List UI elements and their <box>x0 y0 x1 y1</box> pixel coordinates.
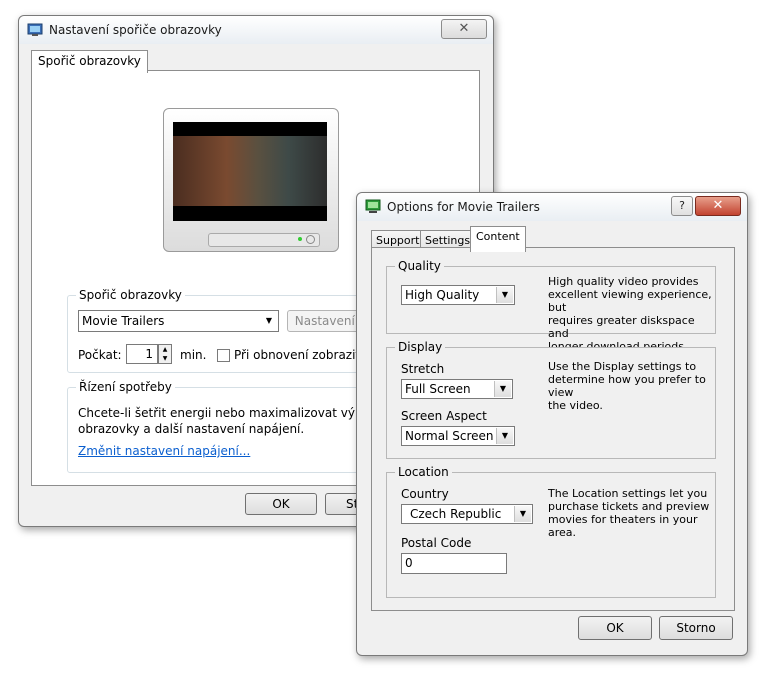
content-tab-panel: Quality High Quality ▼ High quality vide… <box>371 247 735 611</box>
stretch-label: Stretch <box>401 362 445 376</box>
close-icon: ✕ <box>458 21 470 36</box>
location-desc-line: movies for theaters in your area. <box>548 513 698 539</box>
display-group-label: Display <box>395 340 446 354</box>
stretch-select[interactable]: Full Screen ▼ <box>401 379 513 399</box>
power-led-icon <box>298 237 302 241</box>
display-settings-icon <box>27 23 43 36</box>
quality-select[interactable]: High Quality ▼ <box>401 285 515 305</box>
postal-code-label: Postal Code <box>401 536 472 550</box>
location-group: Location Country Czech Republic ▼ Postal… <box>386 465 716 598</box>
quality-group: Quality High Quality ▼ High quality vide… <box>386 259 716 353</box>
movie-preview-image <box>173 136 327 206</box>
spin-up-icon[interactable]: ▲ <box>159 345 171 354</box>
options-title-bar[interactable]: Options for Movie Trailers ? ✕ <box>357 193 747 221</box>
chevron-down-icon: ▼ <box>496 428 513 444</box>
display-description: Use the Display settings to determine ho… <box>548 360 715 412</box>
screensaver-group-label: Spořič obrazovky <box>76 288 185 302</box>
country-label: Country <box>401 487 449 501</box>
quality-description: High quality video provides excellent vi… <box>548 275 715 353</box>
close-icon: ✕ <box>712 198 724 213</box>
stretch-select-value: Full Screen <box>405 382 471 396</box>
screensaver-select[interactable]: Movie Trailers ▼ <box>78 310 279 332</box>
chevron-down-icon: ▼ <box>496 287 513 303</box>
wait-label: Počkat: <box>78 348 122 362</box>
help-button[interactable]: ? <box>671 196 693 216</box>
title-bar[interactable]: Nastavení spořiče obrazovky ✕ <box>19 16 493 44</box>
quality-desc-line: High quality video provides <box>548 275 699 288</box>
change-power-settings-link[interactable]: Změnit nastavení napájení... <box>78 444 250 458</box>
postal-code-value: 0 <box>405 556 413 570</box>
ok-button[interactable]: OK <box>245 493 317 515</box>
resume-checkbox[interactable] <box>217 349 230 362</box>
power-button-icon <box>306 235 315 244</box>
options-close-button[interactable]: ✕ <box>695 196 741 216</box>
chevron-down-icon: ▼ <box>514 506 531 522</box>
power-description-line2: obrazovky a další nastavení napájení. <box>78 422 305 436</box>
options-cancel-button[interactable]: Storno <box>659 616 733 640</box>
wait-unit-label: min. <box>180 348 207 362</box>
display-group: Display Stretch Full Screen ▼ Screen Asp… <box>386 340 716 459</box>
tab-screensaver[interactable]: Spořič obrazovky <box>31 50 148 73</box>
chevron-down-icon: ▼ <box>265 316 273 325</box>
quality-group-label: Quality <box>395 259 444 273</box>
chevron-down-icon: ▼ <box>494 381 511 397</box>
preview-screen <box>173 122 327 221</box>
screen-aspect-label: Screen Aspect <box>401 409 487 423</box>
quality-select-value: High Quality <box>405 288 480 302</box>
power-group-label: Řízení spotřeby <box>76 380 175 394</box>
tab-content[interactable]: Content <box>470 226 526 252</box>
screensaver-select-value: Movie Trailers <box>82 314 165 328</box>
postal-code-input[interactable]: 0 <box>401 553 507 574</box>
movie-trailers-options-window: Options for Movie Trailers ? ✕ Support S… <box>356 192 748 656</box>
quality-desc-line: excellent viewing experience, but <box>548 288 712 314</box>
window-title: Nastavení spořiče obrazovky <box>49 23 222 37</box>
help-icon: ? <box>679 199 685 212</box>
quality-desc-line: requires greater diskspace and <box>548 314 695 340</box>
wait-spinner[interactable]: ▲ ▼ <box>158 344 172 364</box>
display-desc-line: Use the Display settings to <box>548 360 697 373</box>
country-select[interactable]: Czech Republic ▼ <box>401 504 533 524</box>
location-desc-line: The Location settings let you <box>548 487 708 500</box>
location-desc-line: purchase tickets and preview <box>548 500 710 513</box>
close-button[interactable]: ✕ <box>441 19 487 39</box>
spin-down-icon[interactable]: ▼ <box>159 354 171 363</box>
display-desc-line: the video. <box>548 399 603 412</box>
wait-minutes-value: 1 <box>145 347 153 361</box>
display-desc-line: determine how you prefer to view <box>548 373 706 399</box>
screen-aspect-select[interactable]: Normal Screen (4:3) ▼ <box>401 426 515 446</box>
monitor-icon <box>365 199 381 213</box>
wait-minutes-input[interactable]: 1 <box>126 344 158 364</box>
monitor-stand-bar <box>208 233 320 247</box>
location-description: The Location settings let you purchase t… <box>548 487 715 539</box>
options-ok-button[interactable]: OK <box>578 616 652 640</box>
monitor-preview <box>163 108 339 252</box>
options-window-title: Options for Movie Trailers <box>387 200 540 214</box>
location-group-label: Location <box>395 465 452 479</box>
country-select-value: Czech Republic <box>410 507 502 521</box>
